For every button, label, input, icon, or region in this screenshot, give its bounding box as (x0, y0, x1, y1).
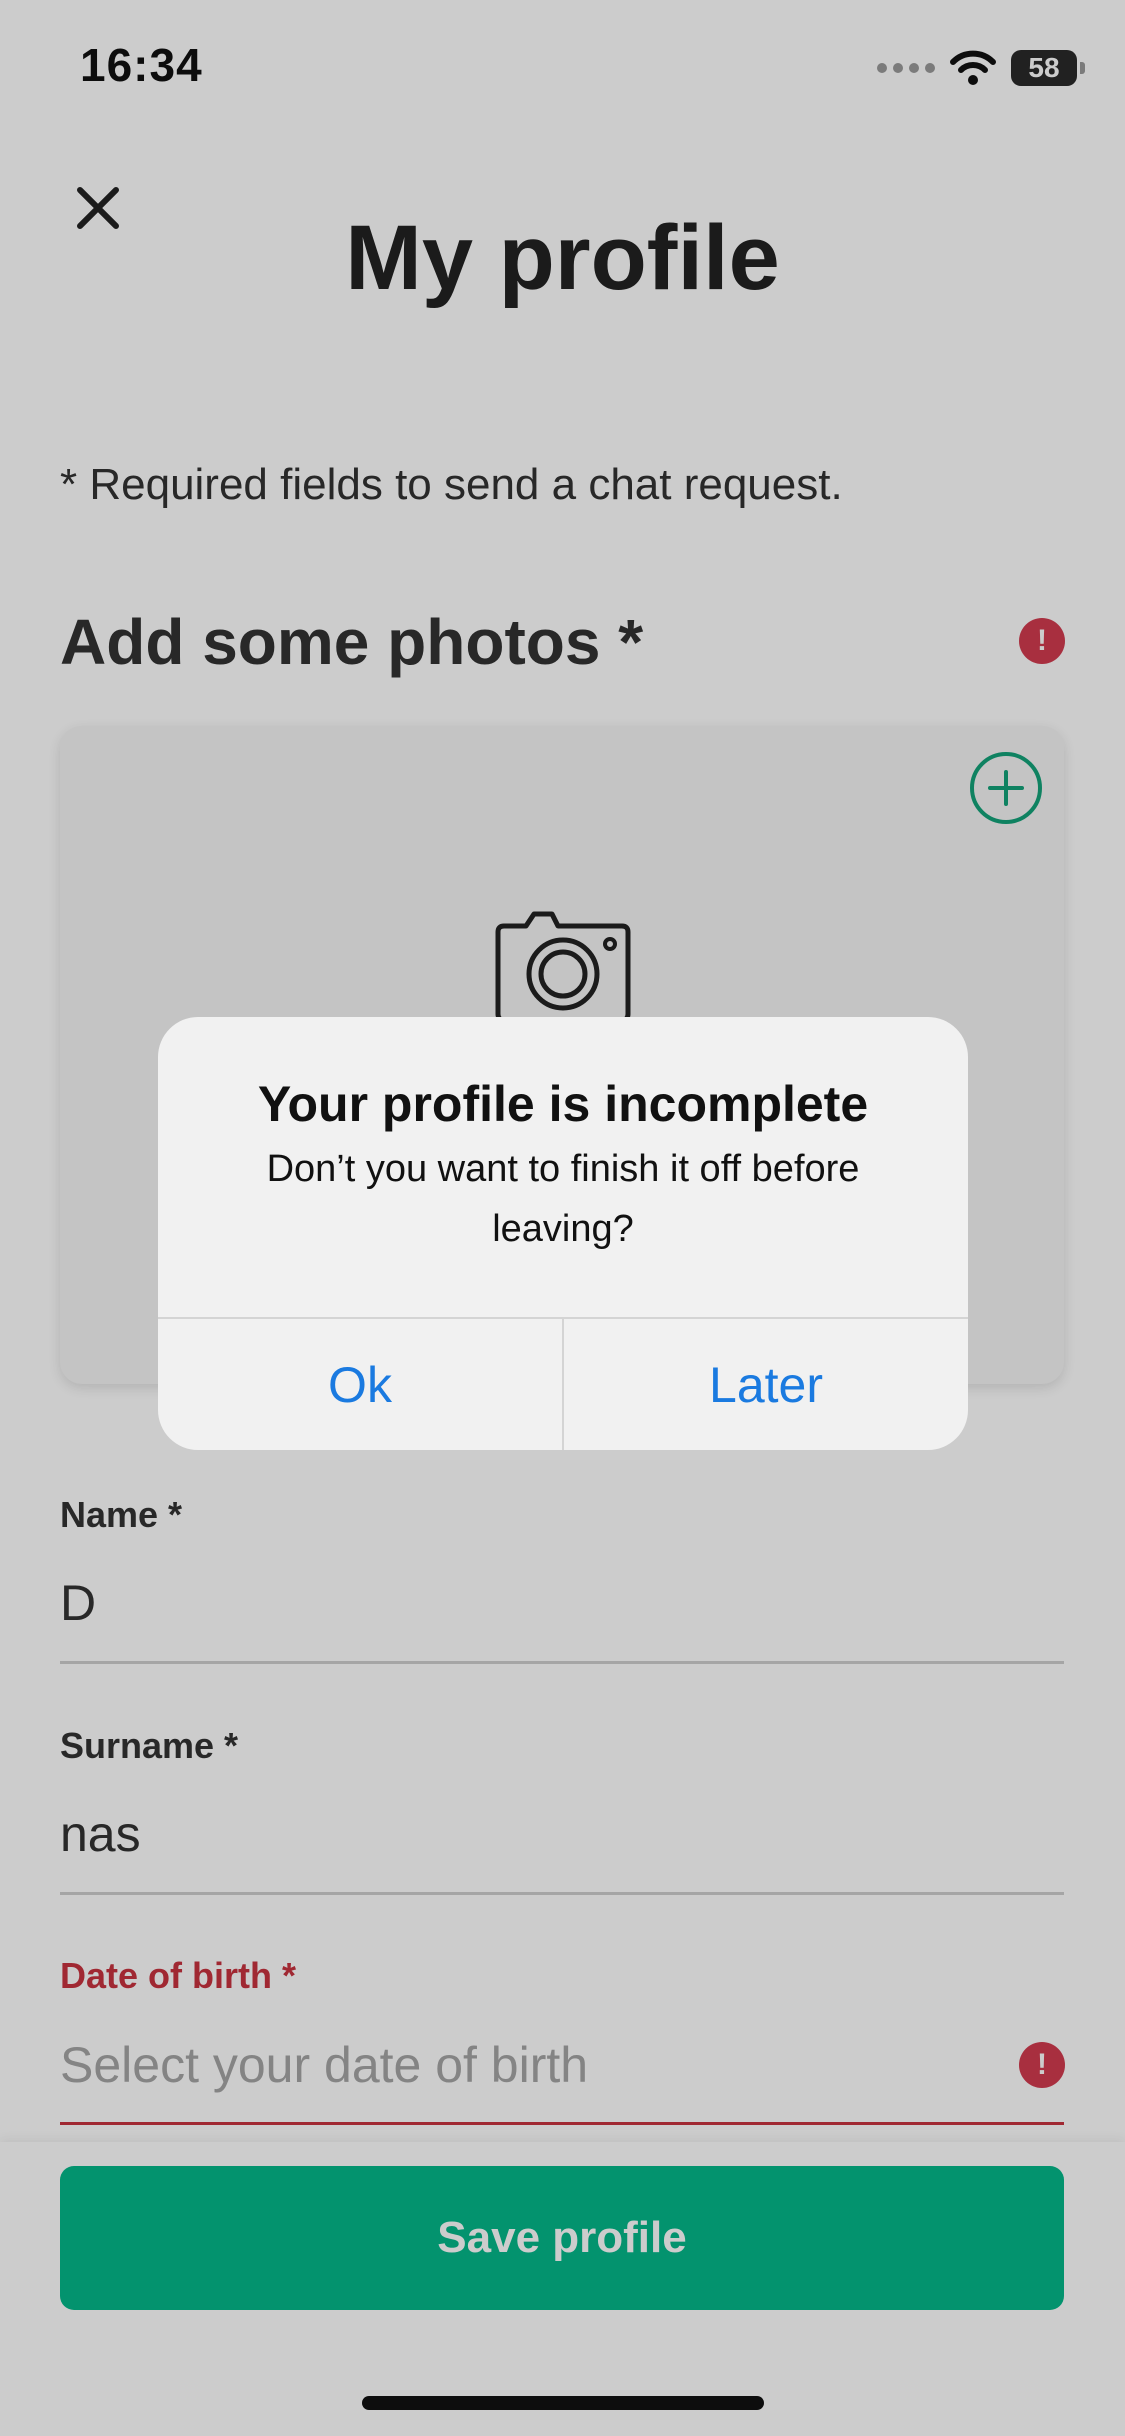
alert-ok-button[interactable]: Ok (158, 1319, 562, 1450)
alert-later-button[interactable]: Later (564, 1319, 968, 1450)
incomplete-profile-alert: Your profile is incomplete Don’t you wan… (158, 1017, 968, 1450)
profile-screen: 16:34 58 My profile * Required fields to… (0, 0, 1125, 2436)
alert-message: Don’t you want to finish it off before l… (266, 1148, 860, 1250)
alert-title: Your profile is incomplete (257, 1076, 869, 1132)
